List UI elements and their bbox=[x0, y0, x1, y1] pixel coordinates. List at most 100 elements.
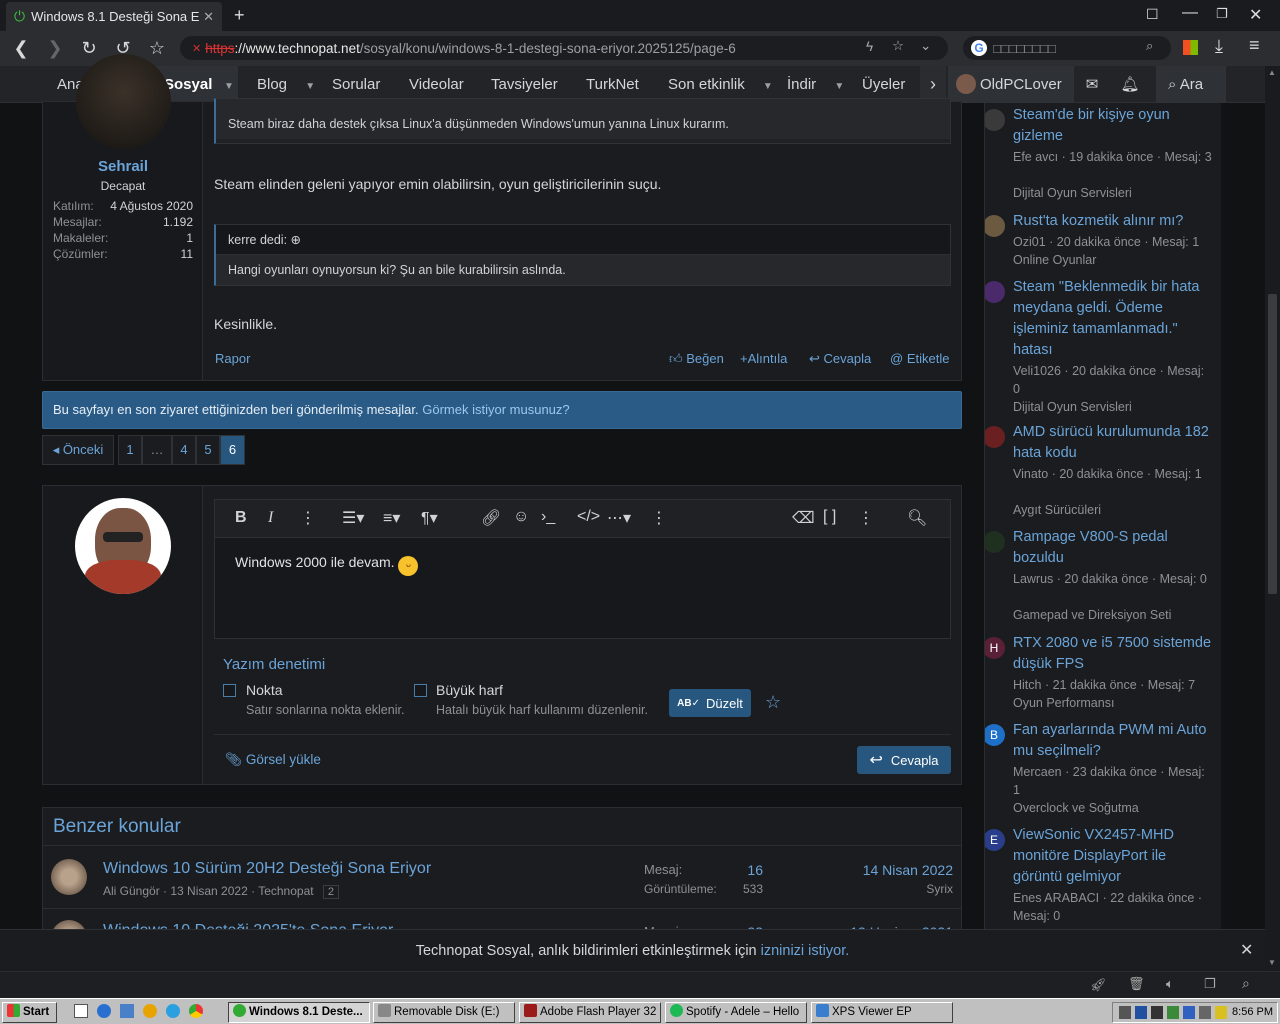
checkbox-nokta[interactable] bbox=[223, 684, 236, 697]
volume-icon[interactable]: 🔈︎ bbox=[1166, 976, 1174, 992]
list-icon[interactable]: ☰▾ bbox=[342, 508, 364, 528]
star-icon[interactable]: ☆ bbox=[765, 692, 781, 713]
window-icon[interactable]: ❐ bbox=[1204, 976, 1216, 992]
show-desktop-icon[interactable] bbox=[74, 1004, 88, 1018]
minimize-icon[interactable]: — bbox=[1182, 4, 1198, 22]
mail-icon[interactable]: ✉ bbox=[1077, 66, 1107, 103]
page-6-current[interactable]: 6 bbox=[220, 435, 245, 465]
tray-icon-6[interactable] bbox=[1199, 1006, 1211, 1019]
tray-icon-3[interactable] bbox=[1151, 1006, 1163, 1019]
thread-starter-avatar[interactable] bbox=[985, 281, 1005, 303]
smiley-icon[interactable]: ☺ bbox=[513, 508, 529, 526]
more-vertical-icon[interactable]: ⋮ bbox=[300, 508, 316, 528]
speaker-tray-icon[interactable] bbox=[1119, 1006, 1131, 1019]
sidebar-thread-title[interactable]: ViewSonic VX2457-MHD monitöre DisplayPor… bbox=[1013, 825, 1213, 888]
thread-starter-avatar[interactable] bbox=[985, 109, 1005, 131]
tag-button[interactable]: @ Etiketle bbox=[890, 351, 949, 366]
sidebar-thread-title[interactable]: Steam'de bir kişiye oyun gizleme bbox=[1013, 105, 1213, 147]
upload-image-button[interactable]: 📎︎ Görsel yükle bbox=[225, 752, 321, 768]
search-icon[interactable]: ⌕ bbox=[1146, 38, 1153, 54]
task-xps-viewer[interactable]: XPS Viewer EP bbox=[811, 1002, 953, 1023]
windows-store-icon[interactable] bbox=[1183, 40, 1198, 55]
more-vertical-icon-2[interactable]: ⋮ bbox=[651, 508, 667, 528]
sidebar-thread-forum[interactable]: Oyun Performansı bbox=[1013, 694, 1213, 712]
thread-starter-avatar[interactable]: H bbox=[985, 637, 1005, 659]
sidebar-thread-title[interactable]: Rampage V800-S pedal bozuldu bbox=[1013, 527, 1213, 569]
media-icon[interactable] bbox=[143, 1004, 157, 1018]
more-vertical-icon-3[interactable]: ⋮ bbox=[858, 508, 874, 528]
task-spotify[interactable]: Spotify - Adele – Hello bbox=[665, 1002, 807, 1023]
bold-icon[interactable]: B bbox=[235, 509, 247, 527]
nav-search[interactable]: ⌕ Ara bbox=[1156, 66, 1226, 103]
close-notice-icon[interactable]: ✕ bbox=[1240, 930, 1253, 972]
sidebar-thread-title[interactable]: RTX 2080 ve i5 7500 sistemde düşük FPS bbox=[1013, 633, 1213, 675]
tray-icon-5[interactable] bbox=[1183, 1006, 1195, 1019]
checkbox-buyuk-harf-label[interactable]: Büyük harf bbox=[436, 682, 503, 698]
thread-title[interactable]: Windows 10 Sürüm 20H2 Desteği Sona Eriyo… bbox=[103, 860, 431, 878]
task-removable-disk[interactable]: Removable Disk (E:) bbox=[373, 1002, 515, 1023]
italic-icon[interactable]: I bbox=[268, 509, 273, 527]
telegram-icon[interactable] bbox=[166, 1004, 180, 1018]
checkbox-nokta-label[interactable]: Nokta bbox=[246, 682, 283, 698]
sidebar-thread-forum[interactable]: Dijital Oyun Servisleri bbox=[1013, 184, 1213, 202]
page-4[interactable]: 4 bbox=[172, 435, 196, 465]
task-flash-player[interactable]: Adobe Flash Player 32 bbox=[519, 1002, 661, 1023]
maximize-icon[interactable]: ❐ bbox=[1216, 6, 1228, 22]
arrow-up-icon[interactable]: ⊕ bbox=[291, 233, 301, 247]
like-button[interactable]: 👍︎ Beğen bbox=[669, 351, 724, 367]
page-ellipsis[interactable]: … bbox=[142, 435, 172, 465]
last-post-date[interactable]: 14 Nisan 2022 bbox=[803, 862, 953, 878]
forward-icon[interactable]: ❯ bbox=[38, 31, 72, 65]
bookmark-star-icon[interactable]: ☆ bbox=[892, 38, 904, 54]
browser-tab[interactable]: ⏻ Windows 8.1 Desteği Sona E ✕ bbox=[6, 2, 222, 31]
sidebar-thread-forum[interactable]: Dijital Oyun Servisleri bbox=[1013, 398, 1213, 416]
page-1[interactable]: 1 bbox=[118, 435, 142, 465]
sidebar-thread-title[interactable]: Steam "Beklenmedik bir hata meydana geld… bbox=[1013, 277, 1213, 361]
thread-starter-avatar[interactable] bbox=[985, 426, 1005, 448]
sidebar-thread-forum[interactable]: Online Oyunlar bbox=[1013, 251, 1213, 269]
scroll-down-icon[interactable]: ▼ bbox=[1268, 958, 1276, 967]
chevron-down-icon[interactable]: ⌄ bbox=[920, 38, 931, 54]
back-icon[interactable]: ❮ bbox=[4, 31, 38, 65]
code-icon[interactable]: </> bbox=[577, 508, 600, 526]
quote-button[interactable]: +Alıntıla bbox=[740, 351, 787, 366]
report-link[interactable]: Rapor bbox=[215, 351, 250, 366]
lightning-icon[interactable]: ϟ bbox=[866, 39, 873, 54]
similar-thread-row[interactable]: Windows 10 Sürüm 20H2 Desteği Sona Eriyo… bbox=[43, 847, 961, 909]
sidebar-thread-forum[interactable]: Gamepad ve Direksiyon Seti bbox=[1013, 606, 1213, 624]
link-icon[interactable]: 🔗︎ bbox=[481, 508, 501, 528]
author-avatar[interactable] bbox=[76, 54, 171, 149]
align-icon[interactable]: ≡▾ bbox=[383, 508, 400, 528]
close-tab-icon[interactable]: ✕ bbox=[203, 9, 214, 25]
scroll-up-icon[interactable]: ▲ bbox=[1268, 68, 1276, 77]
rocket-icon[interactable]: 🚀︎ bbox=[1090, 977, 1107, 993]
sidebar-thread-title[interactable]: Fan ayarlarında PWM mi Auto mu seçilmeli… bbox=[1013, 720, 1213, 762]
url-input[interactable]: ✕ https ://www.technopat.net /sosyal/kon… bbox=[180, 36, 948, 60]
user-menu[interactable]: OldPCLover bbox=[948, 66, 1074, 103]
eraser-icon[interactable]: ⌫ bbox=[792, 508, 815, 528]
sidebar-thread-forum[interactable]: Aygıt Sürücüleri bbox=[1013, 501, 1213, 519]
tray-icon-2[interactable] bbox=[1135, 1006, 1147, 1019]
chrome-icon[interactable] bbox=[189, 1004, 203, 1018]
author-name[interactable]: Sehrail bbox=[43, 158, 203, 175]
quote-2-head[interactable]: kerre dedi: ⊕ bbox=[216, 225, 950, 255]
explorer-icon[interactable] bbox=[120, 1004, 134, 1018]
task-browser[interactable]: Windows 8.1 Deste... bbox=[228, 1002, 370, 1023]
sidebar-thread-title[interactable]: AMD sürücü kurulumunda 182 hata kodu bbox=[1013, 422, 1213, 464]
reply-button[interactable]: ↩ Cevapla bbox=[809, 351, 871, 367]
editor-textarea[interactable]: Windows 2000 ile devam. ᵕ bbox=[235, 554, 419, 576]
checkbox-buyuk-harf[interactable] bbox=[414, 684, 427, 697]
ie-icon[interactable] bbox=[97, 1004, 111, 1018]
bookmark-bar-icon[interactable]: ☐ bbox=[1146, 6, 1159, 23]
download-icon[interactable]: ⤓ bbox=[1215, 36, 1223, 57]
page-badge[interactable]: 2 bbox=[322, 885, 340, 899]
preview-icon[interactable]: 🔍︎ bbox=[907, 508, 927, 528]
search-engine-input[interactable]: G □□□□□□□□ ⌕ bbox=[963, 36, 1171, 60]
tray-icon-4[interactable] bbox=[1167, 1006, 1179, 1019]
thread-starter-avatar[interactable] bbox=[985, 215, 1005, 237]
last-poster[interactable]: Syrix bbox=[803, 882, 953, 896]
thread-starter-avatar[interactable]: B bbox=[985, 724, 1005, 746]
thread-starter-avatar[interactable]: E bbox=[985, 829, 1005, 851]
zoom-icon[interactable]: ⌕ bbox=[1242, 975, 1250, 992]
sidebar-thread-forum[interactable]: Overclock ve Soğutma bbox=[1013, 799, 1213, 817]
